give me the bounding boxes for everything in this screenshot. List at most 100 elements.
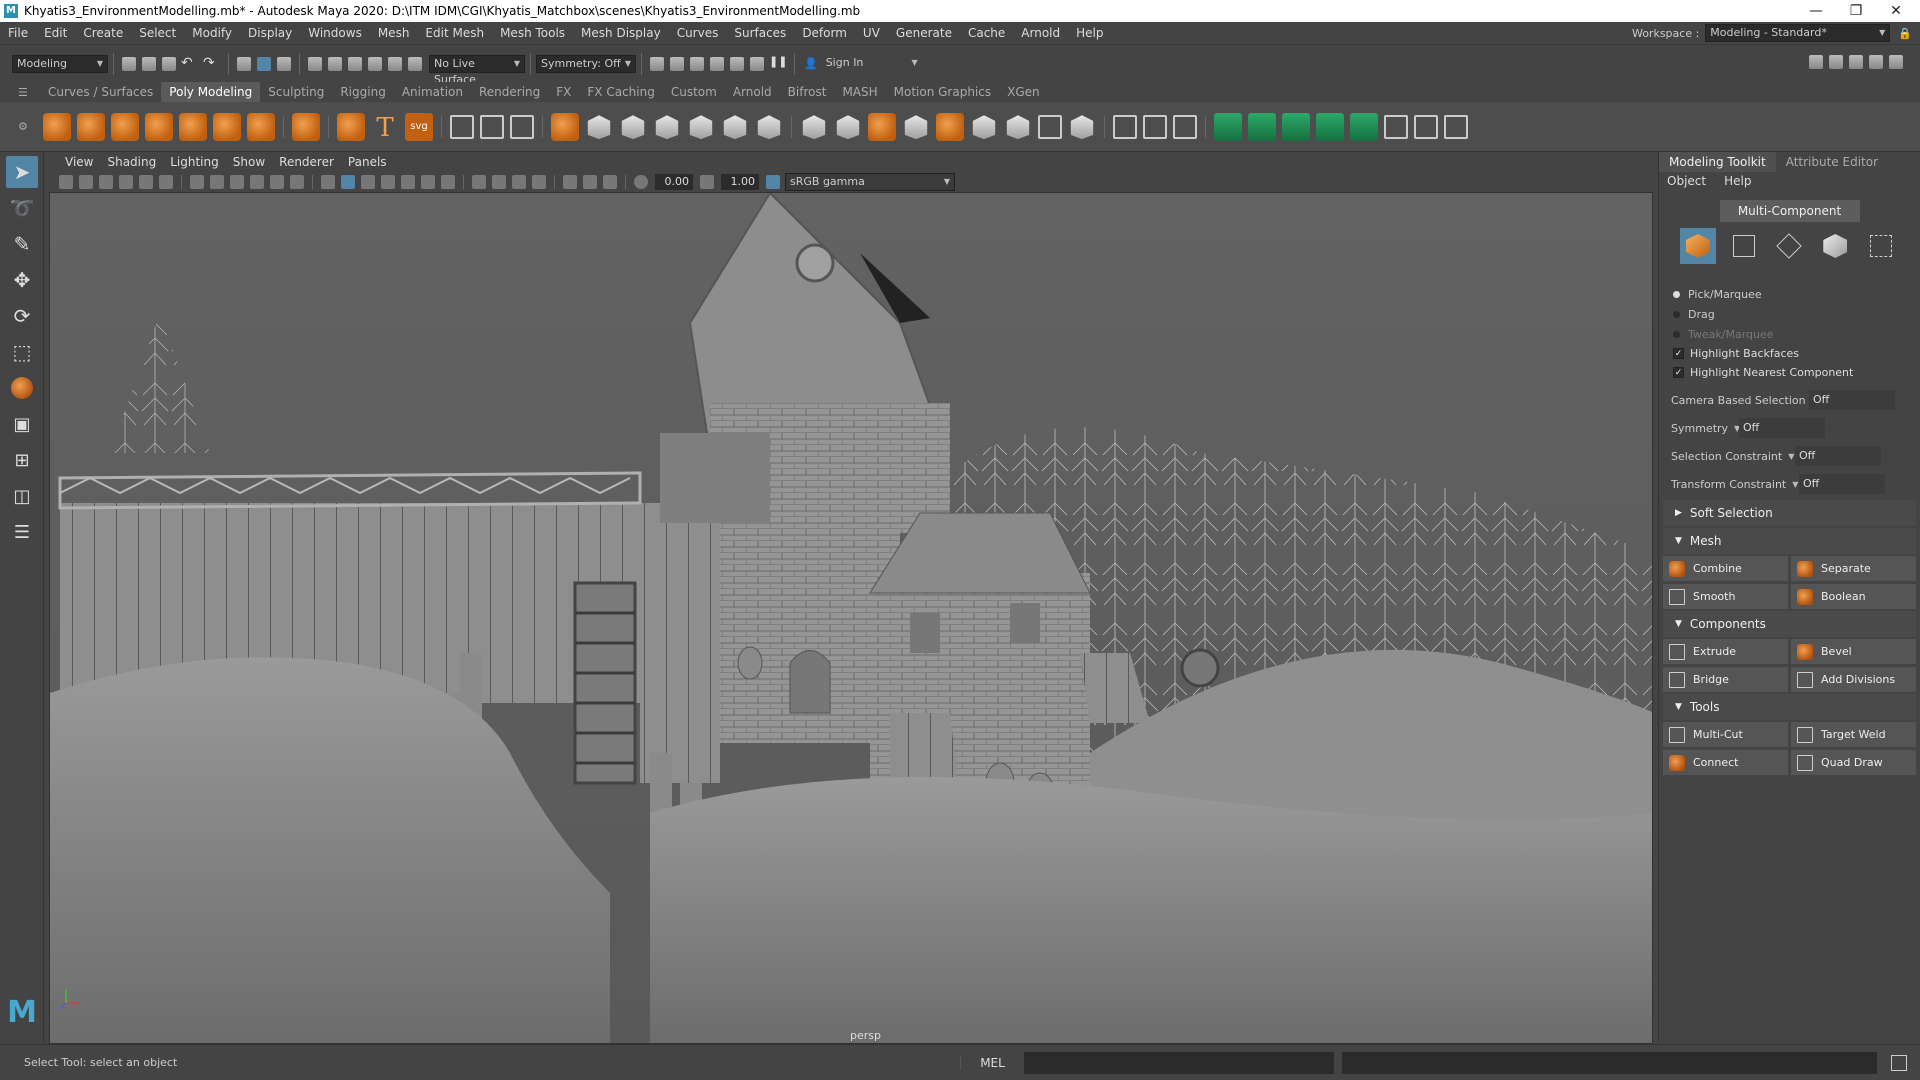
bridge-icon[interactable] [836,115,860,140]
pick-marquee-radio[interactable]: Pick/Marquee [1659,284,1920,304]
fill-hole-icon[interactable] [936,112,964,141]
selection-constraint-row[interactable]: Selection Constraint ▼ Off [1659,442,1920,470]
gamma-field[interactable]: 1.00 [721,174,759,190]
field-chart-icon[interactable] [270,175,284,189]
redo-icon[interactable]: ↷ [203,55,221,73]
merge-icon[interactable] [1006,115,1030,140]
make-hole-icon[interactable] [972,115,996,140]
undo-icon[interactable]: ↶ [181,55,199,73]
open-scene-icon[interactable] [142,56,156,71]
menu-help[interactable]: Help [1068,26,1111,40]
poly-disc-icon[interactable] [247,112,275,141]
menu-display[interactable]: Display [240,26,300,40]
menu-mesh-tools[interactable]: Mesh Tools [492,26,573,40]
camera-attributes-icon[interactable] [79,175,93,189]
wedge-icon[interactable] [1070,115,1094,140]
render-view-icon[interactable] [650,56,664,71]
ipr-render-icon[interactable] [690,56,704,71]
object-mode-icon[interactable] [1679,228,1716,264]
edge-mode-icon[interactable] [1771,228,1807,264]
uv-automatic-icon[interactable] [1316,112,1344,141]
snap-grid-icon[interactable] [308,56,322,71]
extrude-icon[interactable] [802,115,826,140]
combine-icon[interactable] [551,112,579,141]
tab-attribute-editor[interactable]: Attribute Editor [1776,152,1888,172]
perspective-viewport[interactable]: persp [49,192,1653,1044]
move-tool-icon[interactable]: ✥ [6,264,38,296]
shelf-tab-mash[interactable]: MASH [834,82,885,102]
target-weld-button[interactable]: Target Weld [1791,722,1916,747]
tools-section-header[interactable]: ▼ Tools [1663,694,1916,720]
modeling-toolkit-toggle-icon[interactable] [1869,55,1883,69]
face-mode-icon[interactable] [1817,228,1853,264]
add-divisions-button[interactable]: Add Divisions [1791,667,1916,692]
paint-select-tool-icon[interactable]: ✎ [6,228,38,260]
grease-pencil-icon[interactable] [159,175,173,189]
separate-icon[interactable] [587,115,611,140]
symmetry-row[interactable]: Symmetry ▼ Off [1659,414,1920,442]
edge-loop-icon[interactable] [1143,114,1167,139]
lock-icon[interactable]: 🔒 [1898,27,1912,40]
sign-in-dropdown[interactable]: Sign In [821,54,922,73]
live-surface-field[interactable]: No Live Surface [429,54,525,86]
snap-curve-icon[interactable] [328,56,342,71]
menuset-dropdown[interactable]: Modeling [12,54,108,73]
two-pane-layout-icon[interactable]: ◫ [6,480,38,512]
smooth-button[interactable]: Smooth [1663,584,1788,609]
film-gate-icon[interactable] [210,175,224,189]
connect-button[interactable]: Connect [1663,750,1788,775]
shelf-options-icon[interactable]: ⚙ [0,120,40,133]
restore-button[interactable]: ❐ [1836,0,1876,22]
panel-menu-panels[interactable]: Panels [341,155,394,169]
shelf-menu-icon[interactable]: ☰ [0,86,40,99]
select-hierarchy-icon[interactable] [237,56,251,71]
uv-cut-icon[interactable] [1444,114,1468,139]
super-shape-icon[interactable] [337,112,365,141]
xray-joints-icon[interactable] [583,175,597,189]
reduce-icon[interactable] [689,115,713,140]
panel-menu-renderer[interactable]: Renderer [272,155,341,169]
smooth-shade-icon[interactable] [341,175,355,189]
boolean-difference-icon[interactable] [757,115,781,140]
sweep-mesh-icon[interactable] [450,114,474,139]
poly-text-icon[interactable]: T [371,113,399,143]
bookmarks-icon[interactable] [99,175,113,189]
uv-editor-icon[interactable] [1384,114,1408,139]
select-object-icon[interactable] [257,56,271,71]
combine-button[interactable]: Combine [1663,556,1788,581]
isolate-select-icon[interactable] [563,175,577,189]
exposure-icon[interactable] [634,175,648,189]
toolkit-menu-object[interactable]: Object [1667,174,1706,188]
save-scene-icon[interactable] [162,56,176,71]
workspace-dropdown[interactable]: Modeling - Standard* [1705,24,1891,42]
use-all-lights-icon[interactable] [421,175,435,189]
attribute-editor-toggle-icon[interactable] [1829,55,1843,69]
poly-sphere-icon[interactable] [43,112,71,141]
vertex-icon[interactable] [510,114,534,139]
menu-create[interactable]: Create [75,26,131,40]
menu-curves[interactable]: Curves [669,26,727,40]
target-weld-icon[interactable] [1173,114,1197,139]
slide-edge-icon[interactable] [1038,114,1062,139]
poly-plane-icon[interactable] [213,112,241,141]
last-tool-icon[interactable] [6,372,38,404]
separate-button[interactable]: Separate [1791,556,1916,581]
uv-cylindrical-icon[interactable] [1248,112,1276,141]
shelf-tab-bifrost[interactable]: Bifrost [780,82,835,102]
menu-cache[interactable]: Cache [960,26,1013,40]
safe-action-icon[interactable] [290,175,304,189]
mesh-section-header[interactable]: ▼ Mesh [1663,528,1916,554]
scale-tool-icon[interactable]: ⬚ [6,336,38,368]
menu-file[interactable]: File [0,26,36,40]
transform-constraint-value[interactable]: Off [1799,474,1885,494]
panel-menu-show[interactable]: Show [226,155,272,169]
selection-constraint-value[interactable]: Off [1795,446,1881,466]
close-button[interactable]: ✕ [1876,0,1916,22]
shelf-tab-curves-surfaces[interactable]: Curves / Surfaces [40,82,161,102]
platonic-solid-icon[interactable] [292,112,320,141]
textured-icon[interactable] [401,175,415,189]
color-management-icon[interactable] [766,175,780,189]
smooth-icon[interactable] [655,115,679,140]
menu-modify[interactable]: Modify [184,26,240,40]
single-pane-layout-icon[interactable]: ▣ [6,408,38,440]
